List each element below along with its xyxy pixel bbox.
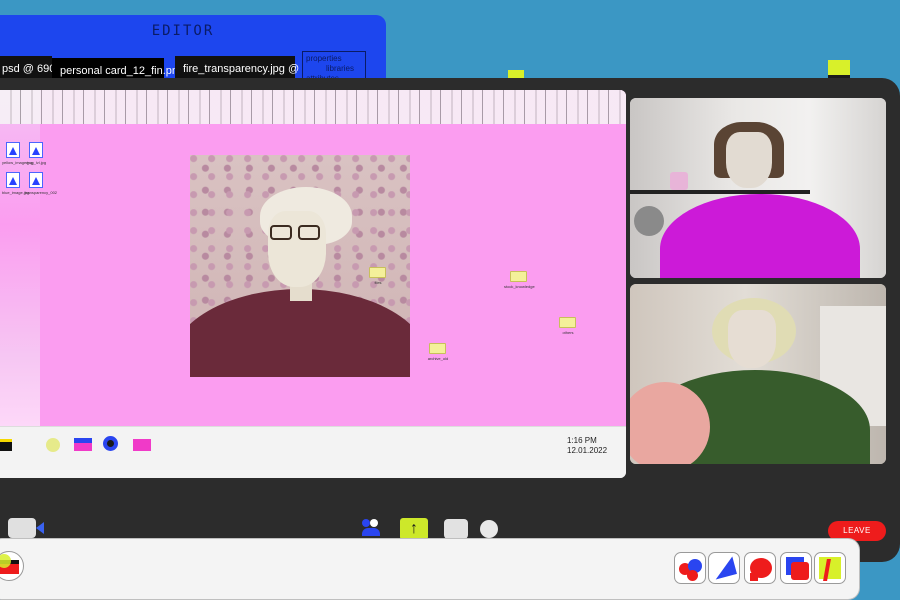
portrait-sweater: [190, 289, 410, 377]
glasses-icon: [270, 225, 332, 241]
folder-label: archive_old: [427, 356, 449, 361]
editor-title: EDITOR: [151, 23, 215, 39]
participant-face: [726, 132, 772, 188]
shared-desktop: yellow_image.jpg mug_lvl.jpg blue_image.…: [0, 90, 626, 426]
portrait-photo[interactable]: [190, 155, 410, 377]
people-icon: [370, 519, 378, 527]
desktop-icon-label: transparency_002: [25, 190, 58, 195]
image-file-icon[interactable]: [6, 172, 20, 188]
folder-icon[interactable]: [369, 267, 386, 278]
camera-button[interactable]: [8, 518, 36, 538]
start-icon[interactable]: [0, 439, 12, 451]
image-file-icon[interactable]: [29, 172, 43, 188]
folder-label: files: [374, 280, 382, 285]
desktop-icon-label: blue_image.jpg: [2, 190, 30, 195]
desktop-icon-label: yellow_image.jpg: [2, 160, 33, 165]
dock-app-shapes[interactable]: [814, 552, 846, 584]
participant-video-1[interactable]: [630, 98, 886, 278]
image-file-icon[interactable]: [6, 142, 20, 158]
folder-icon[interactable]: [429, 343, 446, 354]
shelf: [630, 190, 810, 194]
background-glyph-icon: [828, 60, 850, 78]
pointer-icon: [711, 556, 737, 580]
image-file-icon[interactable]: [29, 142, 43, 158]
dock-app-pointer[interactable]: [708, 552, 740, 584]
lamp-icon: [634, 206, 664, 236]
panel-properties[interactable]: properties: [306, 54, 362, 64]
clock-time: 1:16 PM: [567, 436, 597, 445]
speech-bubble-icon: [750, 573, 758, 581]
shapes-icon[interactable]: [74, 438, 92, 451]
folder-label: stock_knowledge: [504, 284, 535, 289]
screen-share-view: yellow_image.jpg mug_lvl.jpg blue_image.…: [0, 90, 626, 478]
desktop-icon-label: mug_lvl.jpg: [25, 160, 47, 165]
glitch-toolbar: [0, 90, 626, 124]
glitch-artifact: [0, 90, 40, 426]
participant-face: [728, 310, 776, 368]
folder-label: others: [562, 330, 574, 335]
raise-hand-button[interactable]: [480, 520, 498, 538]
people-icon: [362, 519, 370, 527]
participant-video-2[interactable]: [630, 284, 886, 464]
mug-icon: [670, 172, 688, 190]
participants-button[interactable]: [362, 519, 384, 537]
dock-app-layers[interactable]: [780, 552, 812, 584]
chat-button[interactable]: [444, 519, 468, 539]
dock-app-speech[interactable]: [744, 552, 776, 584]
folder-icon[interactable]: [559, 317, 576, 328]
brush-icon[interactable]: [46, 438, 60, 452]
folder-icon[interactable]: [510, 271, 527, 282]
shared-taskbar: [0, 426, 626, 478]
share-screen-button[interactable]: ↑: [400, 518, 428, 540]
red-circle-icon: [687, 570, 698, 581]
clock-date: 12.01.2022: [567, 446, 608, 455]
dock-app-circles[interactable]: [674, 552, 706, 584]
people-icon: [362, 528, 380, 536]
camera-icon: [36, 522, 44, 534]
panel-libraries[interactable]: libraries: [306, 64, 362, 74]
target-icon[interactable]: [103, 436, 118, 451]
portrait-face: [268, 211, 326, 287]
layers-icon: [791, 562, 809, 580]
folder-taskbar-icon[interactable]: [133, 439, 151, 451]
